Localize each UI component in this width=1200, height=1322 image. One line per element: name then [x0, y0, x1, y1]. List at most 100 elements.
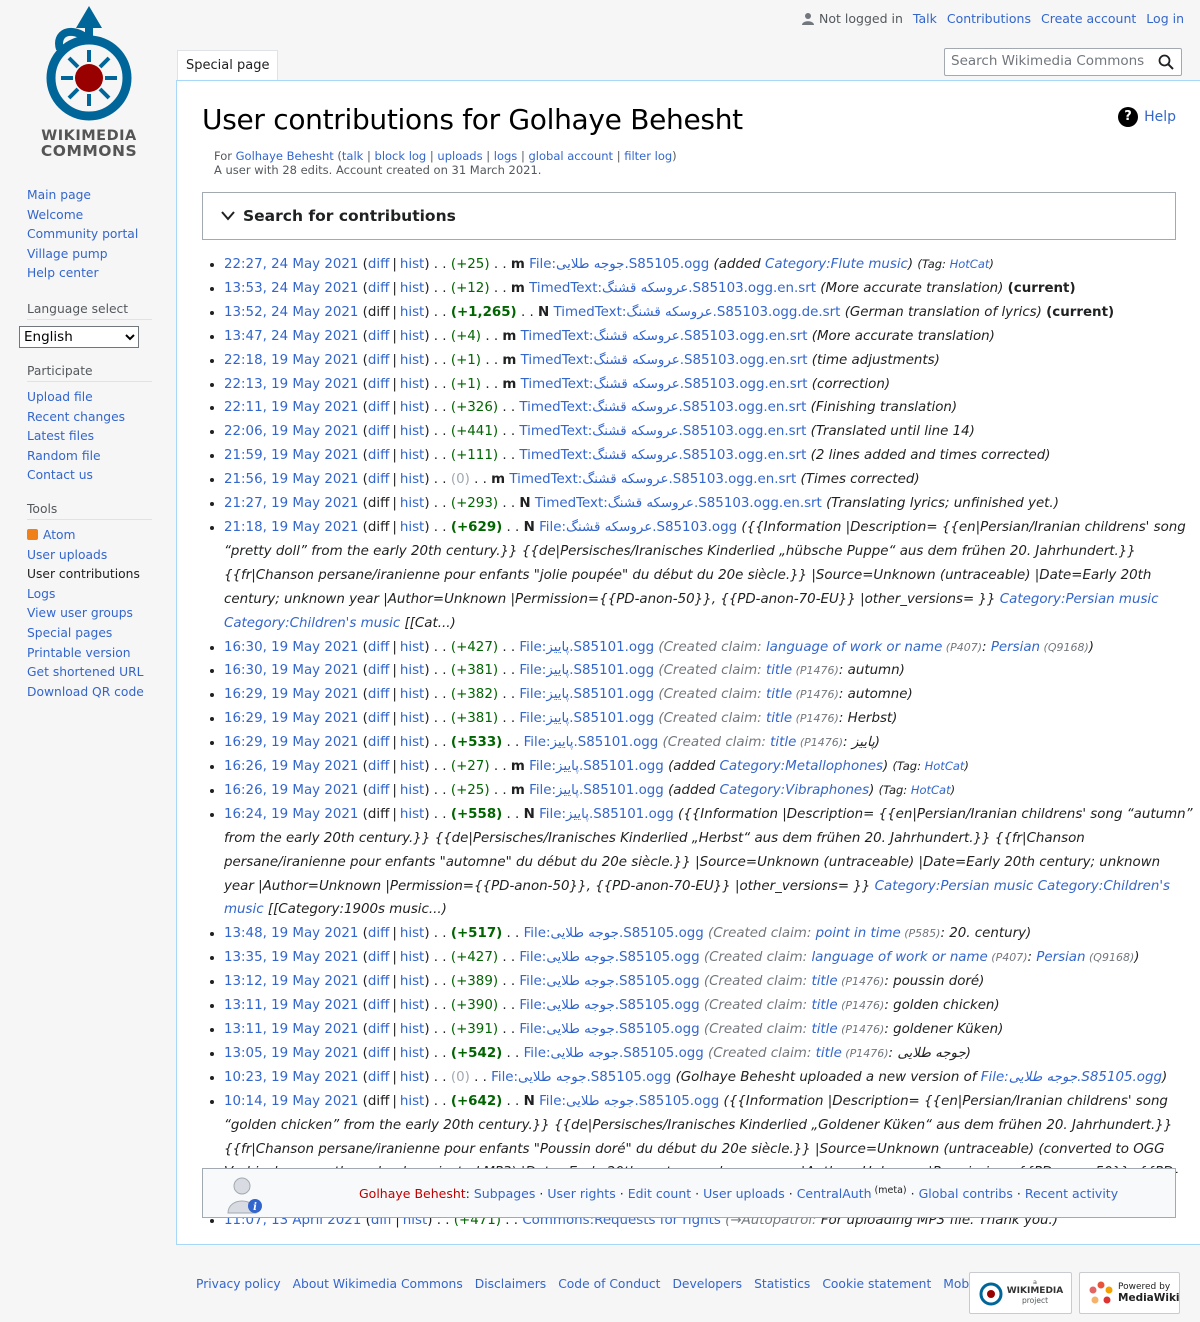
sidebar-item-label[interactable]: Welcome — [27, 208, 83, 222]
contribution-timestamp[interactable]: 22:13, 19 May 2021 — [224, 377, 358, 392]
sidebar-item-special-pages[interactable]: Special pages — [27, 624, 170, 644]
page-link[interactable]: File:پاییز.S85101.ogg — [519, 640, 654, 655]
contribution-timestamp[interactable]: 22:11, 19 May 2021 — [224, 400, 358, 415]
user-block-log-link[interactable]: block log — [375, 149, 427, 163]
hist-link[interactable]: hist — [400, 472, 424, 487]
contribution-timestamp[interactable]: 16:29, 19 May 2021 — [224, 687, 358, 702]
footer-disclaimers-link[interactable]: Disclaimers — [475, 1277, 546, 1291]
sidebar-item-welcome[interactable]: Welcome — [27, 206, 170, 226]
contribution-timestamp[interactable]: 16:29, 19 May 2021 — [224, 711, 358, 726]
hist-link[interactable]: hist — [400, 711, 424, 726]
page-link[interactable]: File:جوجه طلایی.S85105.ogg — [491, 1070, 671, 1085]
wikimedia-project-badge[interactable]: a WIKIMEDIA project — [969, 1272, 1072, 1314]
sidebar-item-village-pump[interactable]: Village pump — [27, 245, 170, 265]
sidebar-item-label[interactable]: View user groups — [27, 606, 133, 620]
page-link[interactable]: File:عروسکه قشنگ.S85103.ogg — [539, 520, 737, 535]
user-logs-link[interactable]: logs — [494, 149, 518, 163]
summary-link[interactable]: point in time — [816, 926, 901, 941]
summary-link[interactable]: title — [766, 711, 792, 726]
diff-link[interactable]: diff — [368, 281, 389, 296]
sidebar-item-label[interactable]: Village pump — [27, 247, 108, 261]
page-link[interactable]: File:جوجه طلایی.S85105.ogg — [519, 998, 699, 1013]
diff-link[interactable]: diff — [368, 783, 389, 798]
hist-link[interactable]: hist — [400, 305, 424, 320]
contribution-timestamp[interactable]: 16:26, 19 May 2021 — [224, 783, 358, 798]
hist-link[interactable]: hist — [400, 783, 424, 798]
sidebar-item-download-qr-code[interactable]: Download QR code — [27, 683, 170, 703]
contribution-timestamp[interactable]: 21:27, 19 May 2021 — [224, 496, 358, 511]
hist-link[interactable]: hist — [400, 1094, 424, 1109]
contribution-timestamp[interactable]: 22:18, 19 May 2021 — [224, 353, 358, 368]
toolbox-user-link[interactable]: Golhaye Behesht — [359, 1186, 466, 1201]
hist-link[interactable]: hist — [400, 640, 424, 655]
sidebar-item-label[interactable]: User contributions — [27, 567, 140, 581]
contribution-timestamp[interactable]: 13:05, 19 May 2021 — [224, 1046, 358, 1061]
sidebar-item-view-user-groups[interactable]: View user groups — [27, 604, 170, 624]
sidebar-item-help-center[interactable]: Help center — [27, 264, 170, 284]
summary-link[interactable]: Category:Vibraphones — [720, 783, 870, 798]
diff-link[interactable]: diff — [368, 472, 389, 487]
hist-link[interactable]: hist — [400, 1022, 424, 1037]
hist-link[interactable]: hist — [400, 353, 424, 368]
diff-link[interactable]: diff — [368, 353, 389, 368]
hist-link[interactable]: hist — [400, 974, 424, 989]
summary-link[interactable]: title — [766, 687, 792, 702]
contribution-timestamp[interactable]: 10:23, 19 May 2021 — [224, 1070, 358, 1085]
page-link[interactable]: File:پاییز.S85101.ogg — [519, 711, 654, 726]
footer-cookie-statement-link[interactable]: Cookie statement — [822, 1277, 931, 1291]
contribution-timestamp[interactable]: 13:11, 19 May 2021 — [224, 1022, 358, 1037]
sidebar-item-contact-us[interactable]: Contact us — [27, 466, 170, 486]
login-link[interactable]: Log in — [1146, 11, 1184, 26]
diff-link[interactable]: diff — [368, 377, 389, 392]
sidebar-item-get-shortened-url[interactable]: Get shortened URL — [27, 663, 170, 683]
contribution-timestamp[interactable]: 21:18, 19 May 2021 — [224, 520, 358, 535]
sidebar-item-user-uploads[interactable]: User uploads — [27, 546, 170, 566]
page-link[interactable]: TimedText:عروسکه قشنگ.S85103.ogg.en.srt — [529, 281, 816, 296]
sidebar-item-label[interactable]: Get shortened URL — [27, 665, 143, 679]
contribution-timestamp[interactable]: 16:26, 19 May 2021 — [224, 759, 358, 774]
page-link[interactable]: File:پاییز.S85101.ogg — [539, 807, 674, 822]
sidebar-item-label[interactable]: Special pages — [27, 626, 112, 640]
page-link[interactable]: File:پاییز.S85101.ogg — [519, 663, 654, 678]
page-link[interactable]: File:پاییز.S85101.ogg — [524, 735, 659, 750]
user-filter-log-link[interactable]: filter log — [624, 149, 672, 163]
sidebar-item-label[interactable]: Main page — [27, 188, 91, 202]
contribution-timestamp[interactable]: 13:53, 24 May 2021 — [224, 281, 358, 296]
contribution-timestamp[interactable]: 13:47, 24 May 2021 — [224, 329, 358, 344]
diff-link[interactable]: diff — [368, 1022, 389, 1037]
toolbox-subpages-link[interactable]: Subpages — [474, 1186, 536, 1201]
page-link[interactable]: TimedText:عروسکه قشنگ.S85103.ogg.en.srt — [521, 377, 808, 392]
search-input[interactable] — [945, 49, 1157, 73]
sidebar-item-label[interactable]: Recent changes — [27, 410, 125, 424]
contribution-timestamp[interactable]: 13:52, 24 May 2021 — [224, 305, 358, 320]
contribution-timestamp[interactable]: 13:12, 19 May 2021 — [224, 974, 358, 989]
sidebar-item-label[interactable]: Upload file — [27, 390, 93, 404]
summary-link[interactable]: title — [766, 663, 792, 678]
page-link[interactable]: File:جوجه طلایی.S85105.ogg — [519, 1022, 699, 1037]
search-contributions-box[interactable]: Search for contributions — [202, 192, 1176, 240]
hist-link[interactable]: hist — [400, 1070, 424, 1085]
summary-link[interactable]: File:جوجه طلایی.S85105.ogg — [981, 1070, 1162, 1085]
page-link[interactable]: TimedText:عروسکه قشنگ.S85103.ogg.en.srt — [535, 496, 822, 511]
sidebar-item-label[interactable]: Contact us — [27, 468, 93, 482]
toolbox-user-rights-link[interactable]: User rights — [547, 1186, 615, 1201]
hist-link[interactable]: hist — [400, 520, 424, 535]
user-link[interactable]: Golhaye Behesht — [236, 149, 334, 163]
sidebar-item-label[interactable]: Atom — [43, 528, 76, 542]
sidebar-item-upload-file[interactable]: Upload file — [27, 388, 170, 408]
user-talk-link[interactable]: talk — [342, 149, 363, 163]
contribution-timestamp[interactable]: 16:30, 19 May 2021 — [224, 640, 358, 655]
contribution-timestamp[interactable]: 16:30, 19 May 2021 — [224, 663, 358, 678]
sidebar-item-label[interactable]: Latest files — [27, 429, 94, 443]
contribution-timestamp[interactable]: 10:14, 19 May 2021 — [224, 1094, 358, 1109]
sidebar-item-main-page[interactable]: Main page — [27, 186, 170, 206]
sidebar-item-label[interactable]: Logs — [27, 587, 55, 601]
diff-link[interactable]: diff — [368, 711, 389, 726]
sidebar-item-latest-files[interactable]: Latest files — [27, 427, 170, 447]
contribution-timestamp[interactable]: 21:56, 19 May 2021 — [224, 472, 358, 487]
summary-link[interactable]: title — [811, 974, 837, 989]
hist-link[interactable]: hist — [400, 329, 424, 344]
help-link[interactable]: ? Help — [1118, 107, 1176, 127]
summary-link[interactable]: title — [811, 998, 837, 1013]
hist-link[interactable]: hist — [400, 257, 424, 272]
